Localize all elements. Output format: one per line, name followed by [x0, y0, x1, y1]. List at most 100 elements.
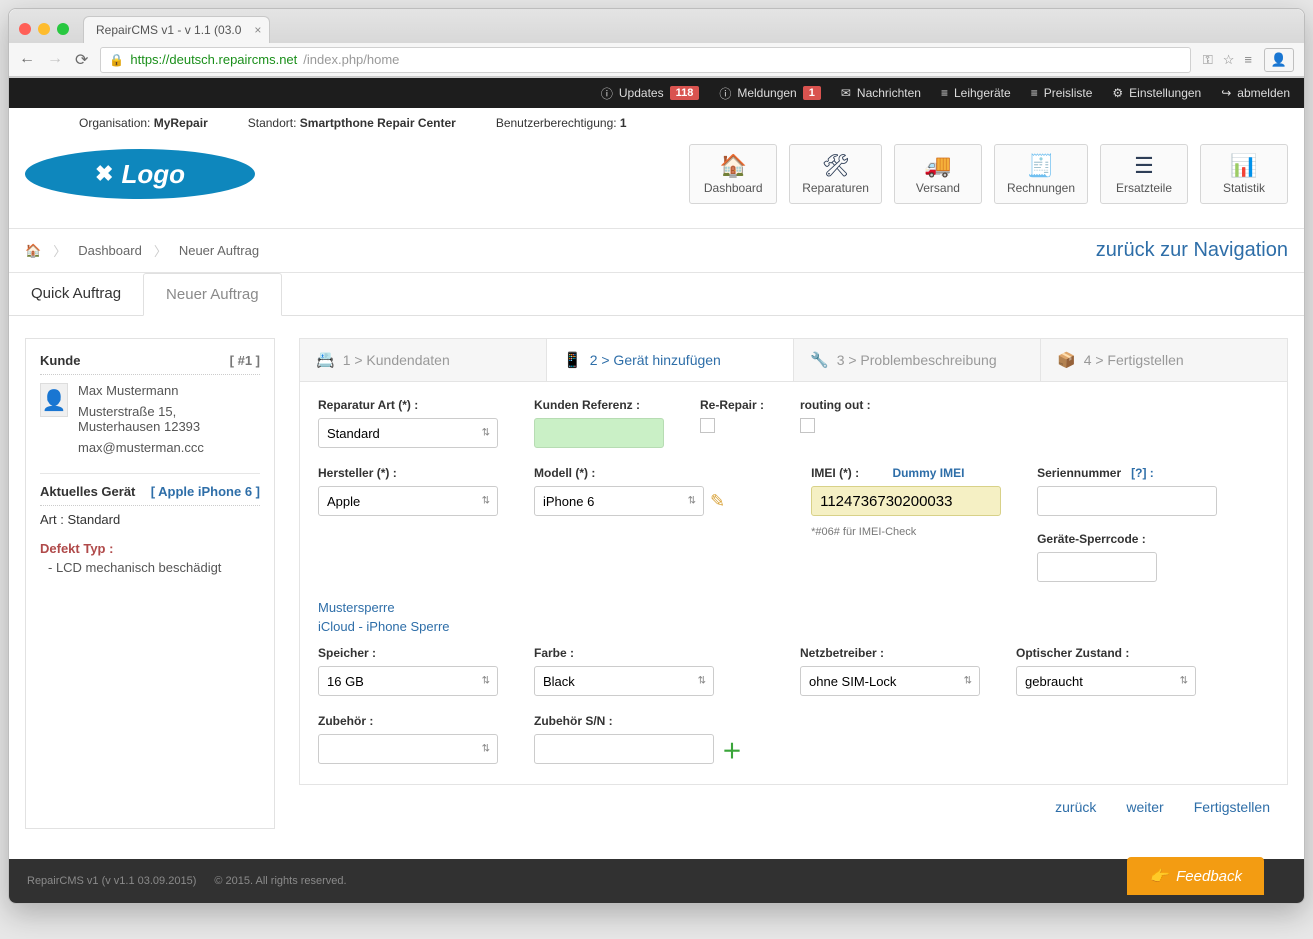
fertigstellen-button[interactable]: Fertigstellen: [1194, 799, 1270, 815]
breadcrumb-dashboard[interactable]: Dashboard: [78, 243, 142, 258]
tab-quick-auftrag[interactable]: Quick Auftrag: [9, 273, 143, 315]
plus-icon[interactable]: ＋: [722, 735, 742, 764]
url-host: https://deutsch.repaircms.net: [130, 52, 297, 67]
customer-email: max@musterman.ccc: [78, 440, 260, 455]
back-icon[interactable]: ←: [19, 50, 35, 70]
sperrcode-input[interactable]: [1037, 552, 1157, 582]
routing-out-label: routing out :: [800, 398, 871, 412]
mustersperre-link[interactable]: Mustersperre: [318, 600, 1269, 615]
problem-icon: 🔧: [810, 351, 829, 369]
form-content: 📇1 > Kundendaten 📱2 > Gerät hinzufügen 🔧…: [299, 338, 1288, 829]
minimize-window-icon[interactable]: [38, 23, 50, 35]
topbar-updates[interactable]: ⓘUpdates118: [601, 85, 699, 102]
nav-reparaturen[interactable]: 🛠Reparaturen: [789, 144, 882, 204]
optisch-select[interactable]: gebraucht: [1016, 666, 1196, 696]
zubehoer-select[interactable]: [318, 734, 498, 764]
back-to-nav-link[interactable]: zurück zur Navigation: [1096, 239, 1288, 262]
edit-icon[interactable]: ✎: [710, 491, 725, 512]
defekt-value: - LCD mechanisch beschädigt: [48, 560, 260, 575]
forward-icon[interactable]: →: [47, 50, 63, 70]
feedback-button[interactable]: 👉Feedback: [1127, 857, 1264, 895]
device-form: Reparatur Art (*) : Standard Kunden Refe…: [299, 382, 1288, 785]
meldungen-badge: 1: [803, 86, 821, 100]
chart-icon: 📊: [1213, 153, 1275, 177]
zubehoer-sn-input[interactable]: [534, 734, 714, 764]
speicher-select[interactable]: 16 GB: [318, 666, 498, 696]
re-repair-label: Re-Repair :: [700, 398, 764, 412]
reparatur-art-select[interactable]: Standard: [318, 418, 498, 448]
weiter-button[interactable]: weiter: [1126, 799, 1163, 815]
order-tabs: Quick Auftrag Neuer Auftrag: [9, 273, 1304, 316]
wizard-step-4[interactable]: 📦4 > Fertigstellen: [1041, 339, 1287, 381]
tab-neuer-auftrag[interactable]: Neuer Auftrag: [143, 273, 282, 316]
star-icon[interactable]: ☆: [1223, 52, 1235, 68]
page-footer: RepairCMS v1 (v v1.1 03.09.2015) © 2015.…: [9, 859, 1304, 903]
profile-button[interactable]: 👤: [1264, 48, 1294, 72]
breadcrumb-sep: 〉: [53, 241, 66, 260]
parts-icon: ☰: [1113, 153, 1175, 177]
wizard-steps: 📇1 > Kundendaten 📱2 > Gerät hinzufügen 🔧…: [299, 338, 1288, 382]
hersteller-select[interactable]: Apple: [318, 486, 498, 516]
optisch-label: Optischer Zustand :: [1016, 646, 1196, 660]
icloud-sperre-link[interactable]: iCloud - iPhone Sperre: [318, 619, 1269, 634]
nav-statistik[interactable]: 📊Statistik: [1200, 144, 1288, 204]
list-icon: ≡: [1031, 86, 1038, 100]
close-window-icon[interactable]: [19, 23, 31, 35]
browser-chrome: RepairCMS v1 - v 1.1 (03.0 × ← → ⟳ 🔒 htt…: [9, 9, 1304, 78]
topbar-meldungen[interactable]: ⓘMeldungen1: [719, 85, 821, 102]
topbar-nachrichten[interactable]: ✉Nachrichten: [841, 86, 921, 100]
nav-versand[interactable]: 🚚Versand: [894, 144, 982, 204]
address-bar: ← → ⟳ 🔒 https://deutsch.repaircms.net/in…: [9, 43, 1304, 77]
wizard-step-1[interactable]: 📇1 > Kundendaten: [300, 339, 547, 381]
imei-input[interactable]: [811, 486, 1001, 516]
re-repair-checkbox[interactable]: [700, 418, 715, 433]
breadcrumb-current: Neuer Auftrag: [179, 243, 259, 258]
avatar: 👤: [40, 383, 68, 417]
serien-help-link[interactable]: [?] :: [1131, 466, 1154, 480]
invoice-icon: 🧾: [1007, 153, 1075, 177]
menu-icon[interactable]: ≡: [1244, 52, 1252, 67]
finish-icon: 📦: [1057, 351, 1076, 369]
app-window: RepairCMS v1 - v 1.1 (03.0 × ← → ⟳ 🔒 htt…: [8, 8, 1305, 904]
topbar-leihgeraete[interactable]: ≡Leihgeräte: [941, 86, 1011, 100]
key-icon[interactable]: ⚿: [1203, 52, 1213, 68]
gear-icon: ⚙: [1112, 86, 1123, 100]
nav-rechnungen[interactable]: 🧾Rechnungen: [994, 144, 1088, 204]
form-footer-buttons: zurück weiter Fertigstellen: [299, 785, 1288, 829]
reload-icon[interactable]: ⟳: [75, 50, 88, 70]
kunden-ref-input[interactable]: [534, 418, 664, 448]
updates-badge: 118: [670, 86, 700, 100]
device-icon: 📱: [563, 351, 582, 369]
url-field[interactable]: 🔒 https://deutsch.repaircms.net/index.ph…: [100, 47, 1190, 73]
nav-ersatzteile[interactable]: ☰Ersatzteile: [1100, 144, 1188, 204]
routing-out-checkbox[interactable]: [800, 418, 815, 433]
modell-select[interactable]: iPhone 6: [534, 486, 704, 516]
farbe-select[interactable]: Black: [534, 666, 714, 696]
nav-dashboard[interactable]: 🏠Dashboard: [689, 144, 777, 204]
dummy-imei-link[interactable]: Dummy IMEI: [892, 466, 964, 480]
org-bar: Organisation: MyRepair Standort: Smartpt…: [9, 108, 1304, 130]
home-breadcrumb-icon[interactable]: 🏠: [25, 243, 41, 259]
topbar-preisliste[interactable]: ≡Preisliste: [1031, 86, 1093, 100]
footer-copyright: © 2015. All rights reserved.: [214, 875, 346, 887]
sperrcode-label: Geräte-Sperrcode :: [1037, 532, 1217, 546]
netz-select[interactable]: ohne SIM-Lock: [800, 666, 980, 696]
info-icon: ⓘ: [719, 85, 731, 102]
logo[interactable]: ✖Logo: [25, 149, 255, 199]
device-value: [ Apple iPhone 6 ]: [151, 484, 260, 499]
truck-icon: 🚚: [907, 153, 969, 177]
wizard-step-3[interactable]: 🔧3 > Problembeschreibung: [794, 339, 1041, 381]
topbar-abmelden[interactable]: ↪abmelden: [1221, 86, 1290, 100]
device-art: Art : Standard: [40, 512, 260, 527]
zurueck-button[interactable]: zurück: [1055, 799, 1096, 815]
seriennummer-input[interactable]: [1037, 486, 1217, 516]
modell-label: Modell (*) :: [534, 466, 725, 480]
tab-close-icon[interactable]: ×: [254, 23, 261, 37]
wizard-step-2[interactable]: 📱2 > Gerät hinzufügen: [547, 339, 794, 381]
zubehoer-label: Zubehör :: [318, 714, 498, 728]
browser-tab[interactable]: RepairCMS v1 - v 1.1 (03.0 ×: [83, 16, 270, 43]
imei-label: IMEI (*) :: [811, 466, 859, 480]
list-icon: ≡: [941, 86, 948, 100]
topbar-einstellungen[interactable]: ⚙Einstellungen: [1112, 86, 1201, 100]
maximize-window-icon[interactable]: [57, 23, 69, 35]
